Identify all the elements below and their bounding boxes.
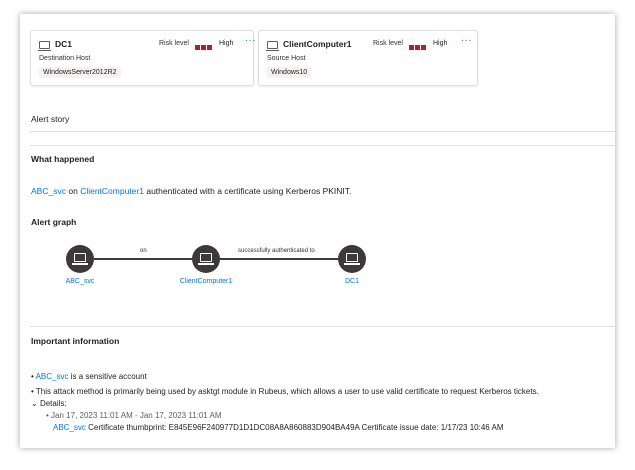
risk-level-label: Risk level: [159, 40, 189, 47]
alert-panel: DC1 Risk level High ... Destination Host…: [20, 14, 615, 448]
os-tag: WindowsServer2012R2: [39, 67, 121, 78]
more-options-icon[interactable]: ...: [245, 33, 256, 44]
details-toggle[interactable]: ⌄ Details:: [31, 399, 67, 408]
chevron-down-icon: ⌄: [31, 399, 38, 408]
alert-graph-heading: Alert graph: [31, 217, 77, 227]
computer-icon: [38, 41, 51, 51]
os-tag: Windows10: [267, 67, 312, 78]
host-name[interactable]: DC1: [55, 39, 72, 49]
divider: [30, 145, 615, 146]
risk-bars: [195, 42, 213, 52]
bullet-attack-method: • This attack method is primarily being …: [31, 387, 539, 396]
risk-level-value: High: [219, 40, 234, 47]
bullet-text: This attack method is primarily being us…: [35, 387, 539, 396]
host-role: Destination Host: [39, 55, 91, 62]
alert-story-label: Alert story: [31, 114, 70, 124]
node-dc1[interactable]: [338, 245, 366, 273]
event-description: authenticated with a certificate using K…: [146, 186, 352, 196]
details-label: Details:: [39, 399, 67, 408]
more-options-icon[interactable]: ...: [461, 33, 472, 44]
edge-label-on: on: [140, 248, 147, 254]
what-happened-sentence: ABC_svc on ClientComputer1 authenticated…: [31, 186, 351, 196]
risk-level-label: Risk level: [373, 40, 403, 47]
node-label-abc-svc[interactable]: ABC_svc: [50, 278, 110, 285]
node-label-clientcomputer1[interactable]: ClientComputer1: [166, 278, 246, 285]
host-role: Source Host: [267, 55, 306, 62]
edge-label-authenticated: successfully authenticated to: [238, 248, 315, 254]
detail-timestamp: • Jan 17, 2023 11:01 AM - Jan 17, 2023 1…: [46, 411, 222, 420]
node-abc-svc[interactable]: [66, 245, 94, 273]
bullet-sensitive-account: • ABC_svc is a sensitive account: [31, 372, 147, 381]
bullet-text: is a sensitive account: [70, 372, 147, 381]
host-name[interactable]: ClientComputer1: [283, 39, 351, 49]
account-link[interactable]: ABC_svc: [31, 186, 66, 196]
divider: [30, 326, 615, 327]
on-text: on: [68, 186, 78, 196]
what-happened-heading: What happened: [31, 154, 95, 164]
detail-line: ABC_svc Certificate thumbprint: E845E96F…: [53, 423, 504, 432]
graph-edge-authenticated: [220, 258, 340, 260]
important-info-heading: Important information: [31, 336, 120, 346]
host-card-dc1[interactable]: DC1 Risk level High ... Destination Host…: [30, 30, 256, 86]
host-card-clientcomputer1[interactable]: ClientComputer1 Risk level High ... Sour…: [258, 30, 478, 86]
account-link[interactable]: ABC_svc: [53, 423, 86, 432]
host-link[interactable]: ClientComputer1: [80, 186, 144, 196]
risk-level-value: High: [433, 40, 448, 47]
detail-time: Jan 17, 2023 11:01 AM - Jan 17, 2023 11:…: [51, 411, 222, 420]
computer-icon: [266, 41, 279, 51]
certificate-details: Certificate thumbprint: E845E96F240977D1…: [88, 423, 504, 432]
graph-edge-on: [94, 258, 206, 260]
account-link[interactable]: ABC_svc: [36, 372, 69, 381]
divider: [30, 131, 615, 132]
risk-bars: [409, 42, 427, 52]
node-label-dc1[interactable]: DC1: [322, 278, 382, 285]
node-clientcomputer1[interactable]: [192, 245, 220, 273]
